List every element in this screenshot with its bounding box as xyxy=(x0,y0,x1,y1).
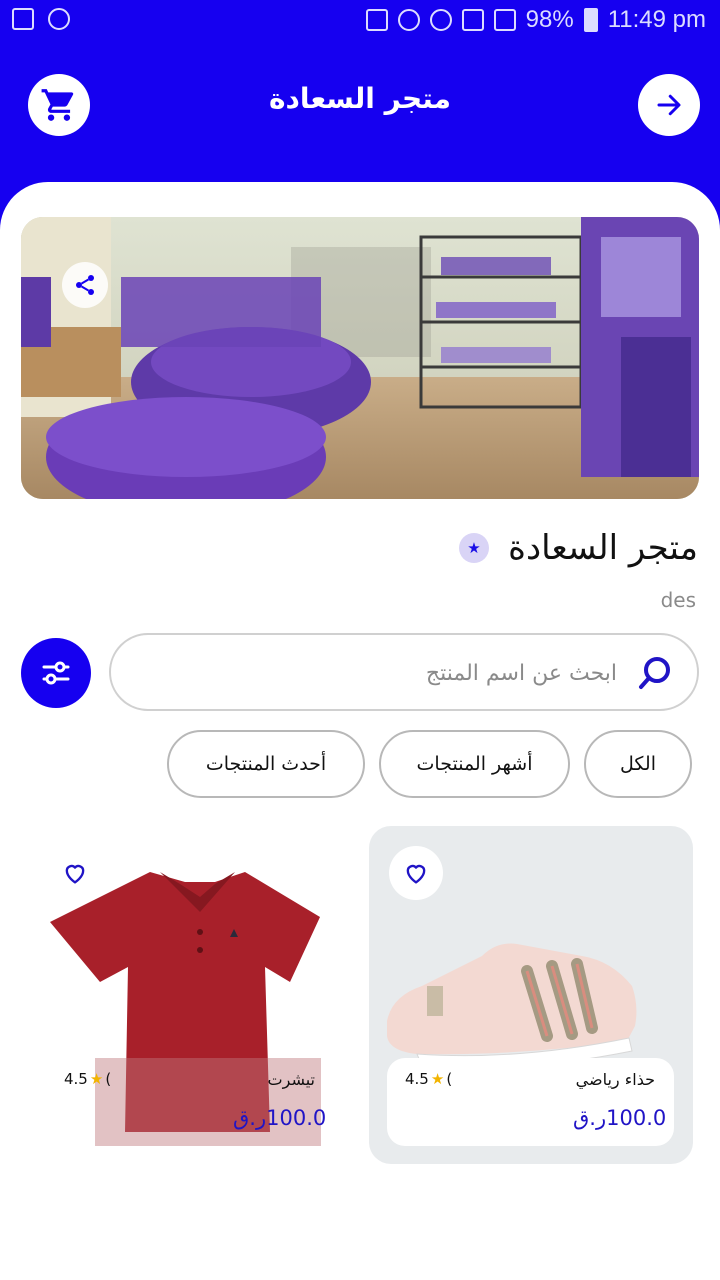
store-name: متجر السعادة xyxy=(508,528,698,568)
heart-icon xyxy=(65,864,85,884)
star-icon: ★ xyxy=(459,533,489,563)
product-rating: 4.5 ★ ( xyxy=(64,1070,111,1088)
battery-percent: 98% xyxy=(525,6,574,33)
filter-chip-all[interactable]: الكل xyxy=(584,730,692,798)
store-description: des xyxy=(660,588,696,612)
product-price: 100.0ر.ق xyxy=(573,1106,667,1130)
rating-paren: ( xyxy=(105,1070,112,1088)
favorite-button[interactable] xyxy=(389,846,443,900)
favorite-button[interactable] xyxy=(48,846,102,900)
shop-interior-illustration xyxy=(21,217,699,499)
search-bar[interactable] xyxy=(109,633,699,711)
gallery-notification-icon xyxy=(12,8,34,30)
mute-icon xyxy=(397,9,420,31)
star-icon: ★ xyxy=(89,1070,104,1088)
star-icon: ★ xyxy=(430,1070,445,1088)
search-input[interactable] xyxy=(157,649,617,697)
clock: 11:49 pm xyxy=(607,6,706,33)
filter-button[interactable] xyxy=(21,638,91,708)
app-notification-icon xyxy=(48,8,70,30)
battery-icon xyxy=(583,8,598,32)
signal-icon xyxy=(493,9,516,31)
product-name: تيشرت xyxy=(267,1070,315,1089)
page-title: متجر السعادة xyxy=(269,82,451,115)
store-banner-image xyxy=(21,217,699,499)
sliders-icon xyxy=(42,661,70,685)
arrow-right-icon xyxy=(657,94,681,116)
search-icon xyxy=(639,657,670,689)
product-name: حذاء رياضي xyxy=(575,1070,655,1089)
status-right: 98% 11:49 pm xyxy=(365,6,706,34)
vibrate-icon xyxy=(365,9,388,31)
store-screen: 98% 11:49 pm متجر السعادة متجر السعادة ★… xyxy=(0,0,720,1280)
rating-value: 4.5 xyxy=(405,1070,429,1088)
sim-icon xyxy=(461,9,484,31)
wifi-icon xyxy=(429,9,452,31)
rating-paren: ( xyxy=(446,1070,453,1088)
product-price: 100.0ر.ق xyxy=(233,1106,327,1130)
status-left-icons xyxy=(12,8,70,30)
filter-chip-popular[interactable]: أشهر المنتجات xyxy=(379,730,570,798)
filter-chip-latest[interactable]: أحدث المنتجات xyxy=(167,730,365,798)
heart-icon xyxy=(406,864,426,884)
sneaker-image xyxy=(387,943,637,1069)
share-button[interactable] xyxy=(62,262,108,308)
product-rating: 4.5 ★ ( xyxy=(405,1070,452,1088)
status-bar: 98% 11:49 pm xyxy=(0,0,720,44)
rating-value: 4.5 xyxy=(64,1070,88,1088)
back-button[interactable] xyxy=(638,74,700,136)
share-icon xyxy=(76,275,94,295)
